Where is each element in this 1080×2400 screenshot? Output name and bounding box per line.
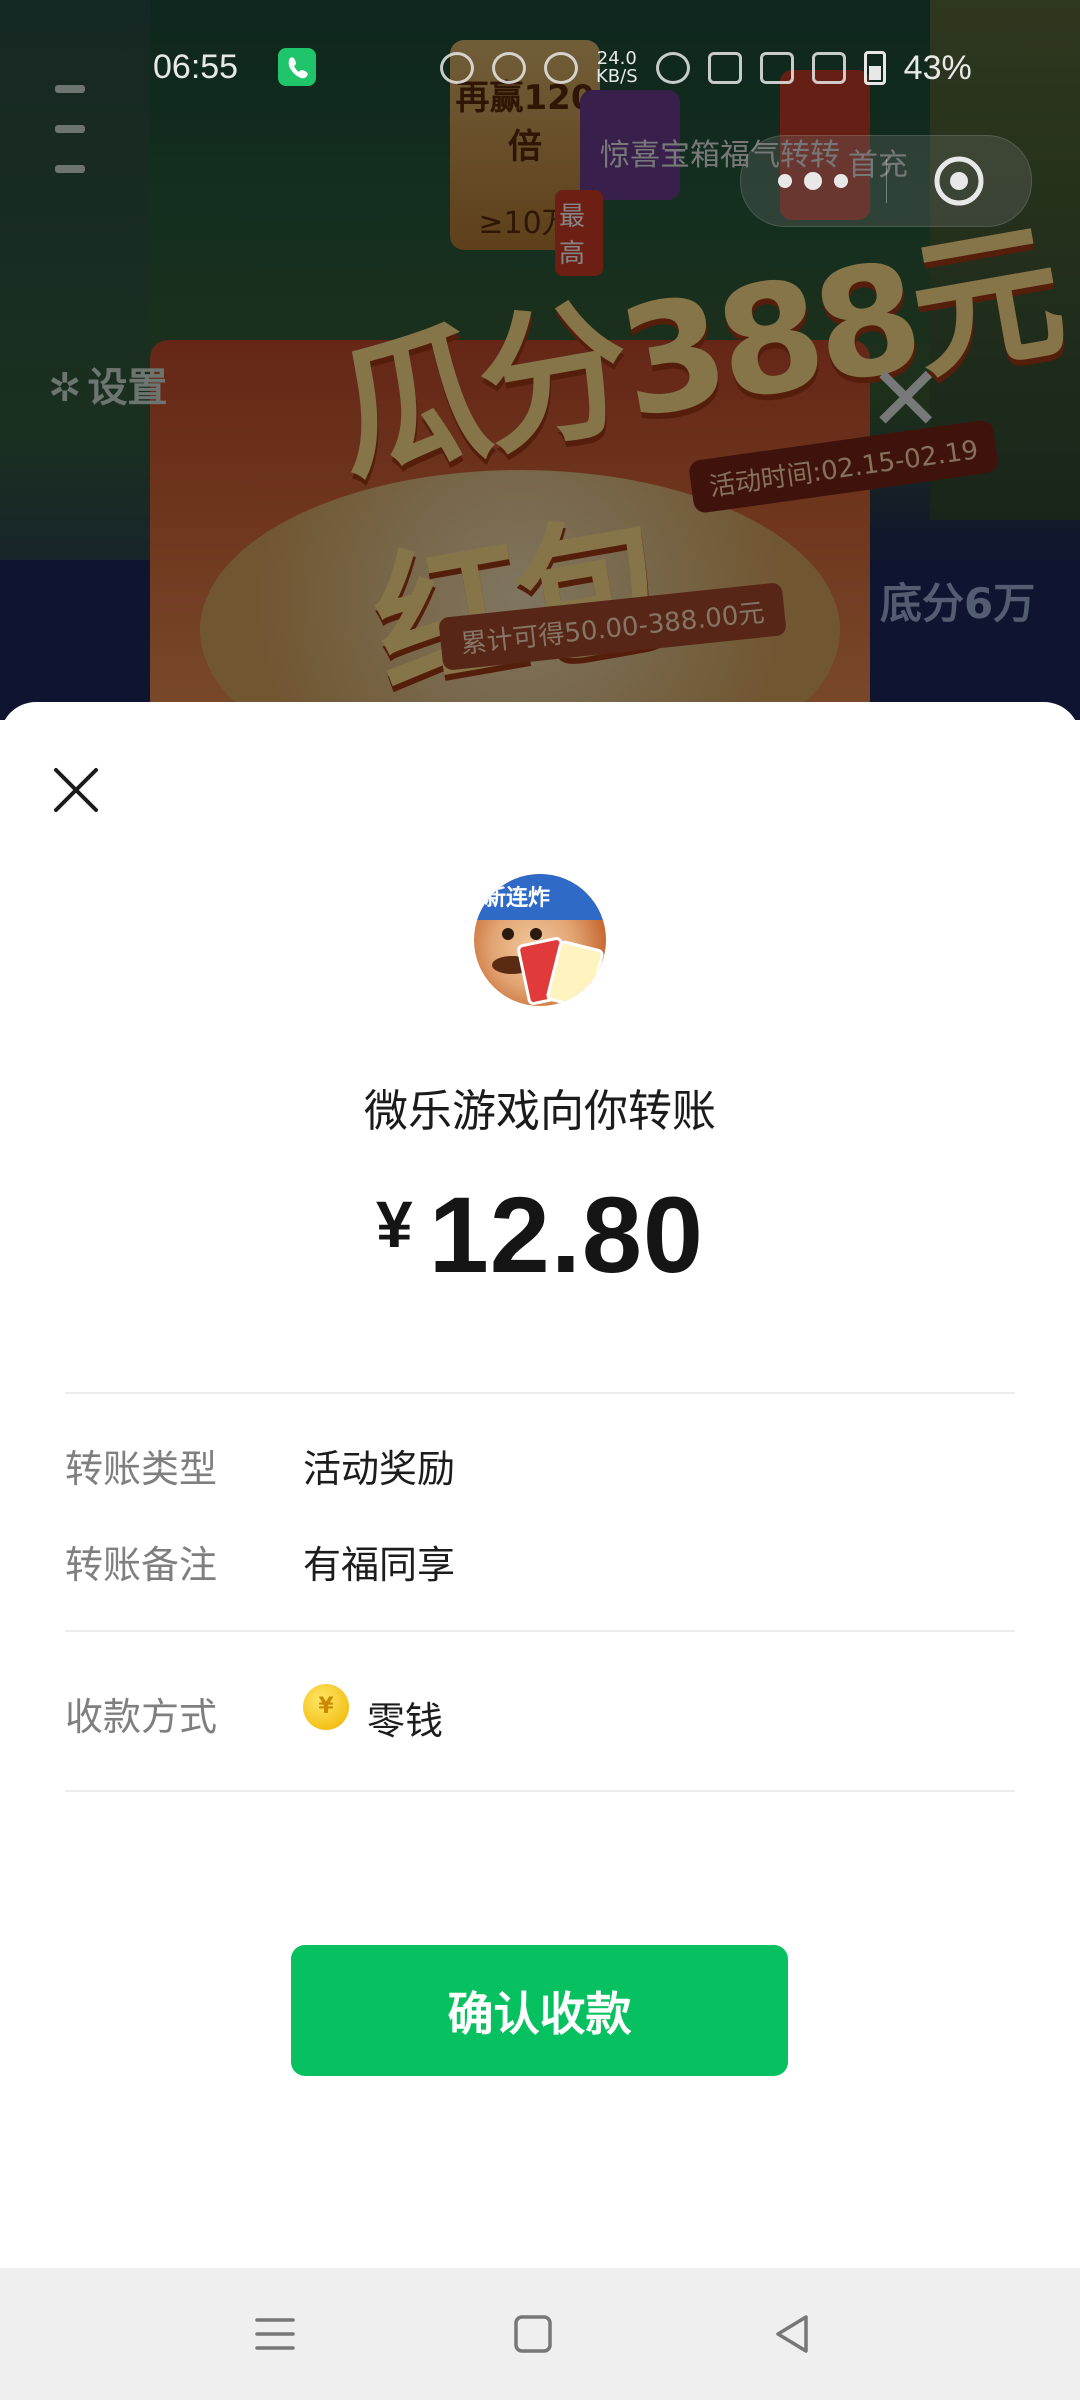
divider-bottom [65, 1790, 1015, 1792]
divider-top [65, 1392, 1015, 1394]
status-time: 06:55 [153, 48, 239, 86]
back-triangle-icon [776, 2315, 808, 2353]
coin-icon: ¥ [303, 1684, 349, 1730]
avatar-eye-left [502, 928, 514, 940]
detail-label-type: 转账类型 [65, 1447, 218, 1491]
alarm-icon [492, 52, 526, 84]
status-bar: 06:55 24.0 KB/S 43% [0, 30, 1080, 110]
amount-value: 12.80 [428, 1174, 704, 1295]
close-button[interactable] [50, 764, 102, 816]
divider-middle [65, 1630, 1015, 1632]
target-exit-icon[interactable] [887, 154, 1032, 208]
payment-method-value: 零钱 [367, 1699, 444, 1743]
nav-back-button[interactable] [762, 2304, 822, 2364]
payment-method-label: 收款方式 [65, 1695, 218, 1739]
menu-icon [255, 2318, 295, 2350]
signal-2-icon [811, 52, 846, 84]
wifi-icon [655, 52, 690, 84]
more-dots-icon[interactable] [741, 172, 886, 190]
avatar-eye-right [530, 928, 542, 940]
transfer-amount: ¥12.80 [0, 1172, 1080, 1297]
status-icons: 24.0 KB/S 43% [440, 48, 972, 88]
network-speed-unit: KB/S [596, 66, 638, 87]
payment-method-row[interactable]: 收款方式 ¥ 零钱 [65, 1680, 1015, 1743]
signal-icon [759, 52, 794, 84]
headphone-icon [440, 52, 474, 84]
payer-avatar: 新连炸 [474, 874, 606, 1006]
payer-text: 微乐游戏向你转账 [364, 1086, 716, 1137]
battery-percent: 43% [903, 48, 972, 87]
detail-row-type: 转账类型 活动奖励 [65, 1432, 1015, 1492]
system-nav-bar [0, 2268, 1080, 2400]
network-speed: 24.0 KB/S [596, 50, 638, 86]
call-icon [278, 48, 316, 86]
detail-value-type: 活动奖励 [303, 1447, 456, 1491]
close-icon [54, 768, 98, 812]
confirm-receive-button[interactable]: 确认收款 [291, 1945, 788, 2076]
detail-label-note: 转账备注 [65, 1543, 218, 1587]
miniprogram-capsule [740, 135, 1032, 227]
nav-menu-button[interactable] [245, 2304, 305, 2364]
battery-icon [863, 51, 886, 85]
screen: 再赢120倍 ≥10万 惊喜宝箱 福气转转 首充 最高 瓜分388元红包 活动时… [0, 0, 1080, 2400]
transfer-sheet: 新连炸 微乐游戏向你转账 ¥12.80 转账类型 活动奖励 转账备注 有福同享 … [0, 702, 1080, 2268]
avatar-badge-text: 新连炸 [484, 886, 551, 911]
mute-icon [544, 52, 578, 84]
nav-home-button[interactable] [503, 2304, 563, 2364]
detail-value-note: 有福同享 [303, 1543, 456, 1587]
detail-row-note: 转账备注 有福同享 [65, 1528, 1015, 1588]
currency-symbol: ¥ [376, 1187, 413, 1261]
home-square-icon [514, 2315, 552, 2353]
volte-icon [707, 52, 742, 84]
